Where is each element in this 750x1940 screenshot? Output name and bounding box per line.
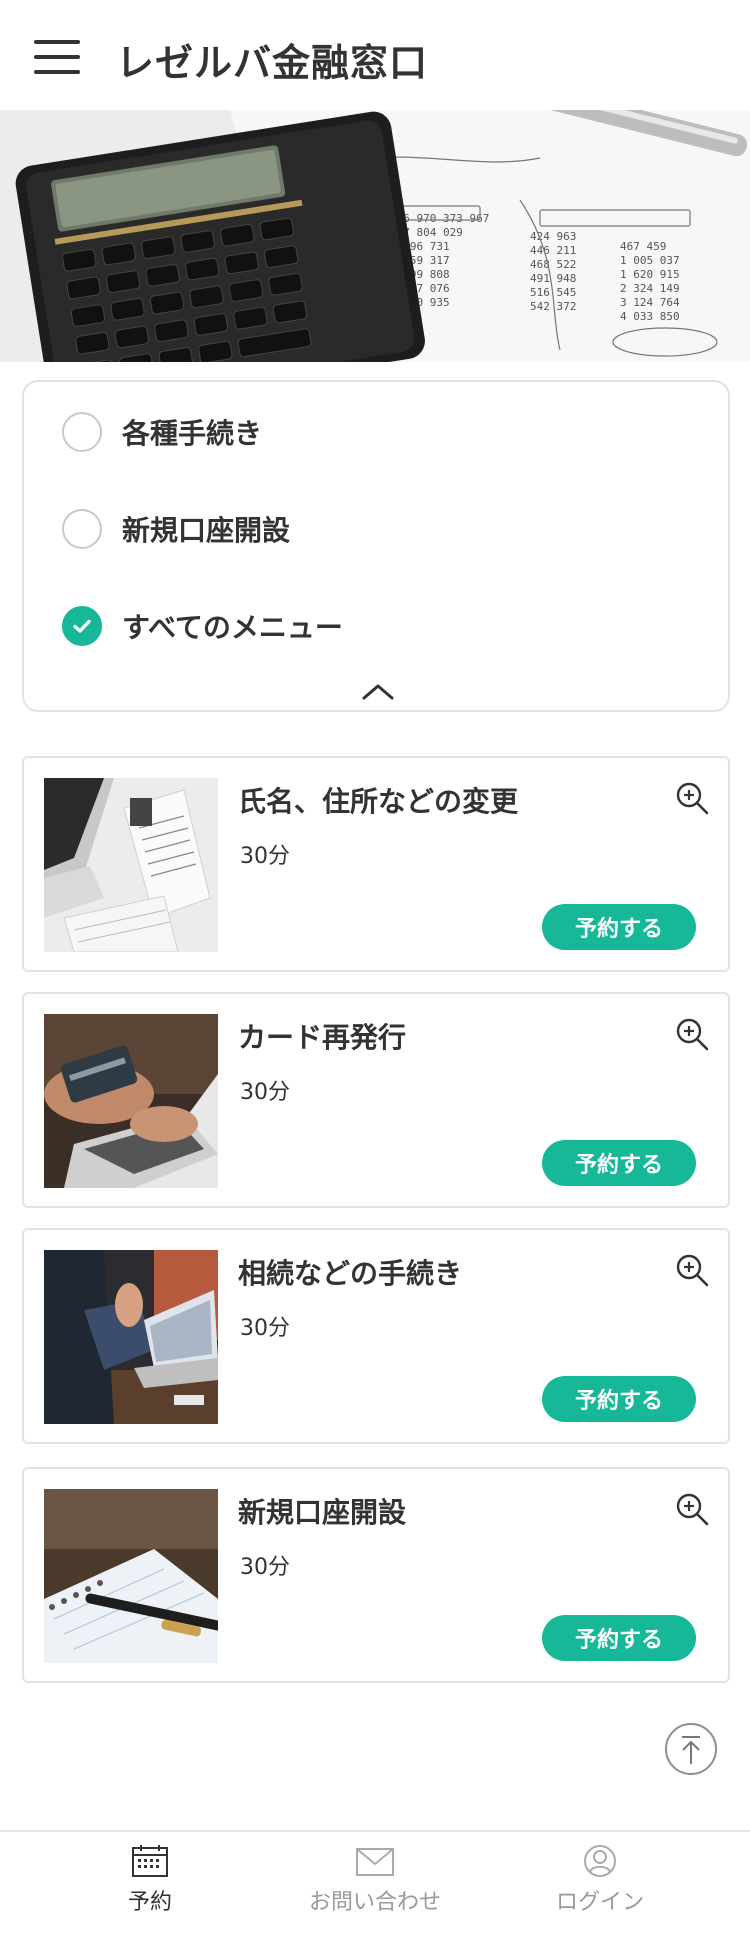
mail-icon (356, 1848, 394, 1876)
menu-thumbnail (44, 1489, 218, 1663)
menu-thumbnail (44, 1250, 218, 1424)
menu-title: 氏名、住所などの変更 (238, 785, 519, 818)
nav-label: 予約 (127, 1890, 172, 1915)
svg-text:2 324 149: 2 324 149 (620, 282, 680, 295)
menu-title: カード再発行 (238, 1021, 407, 1054)
nav-reserve[interactable]: 予約 (50, 1844, 250, 1934)
svg-text:446 211: 446 211 (530, 244, 576, 257)
menu-filter-panel: 各種手続き 新規口座開設 すべてのメニュー (22, 380, 730, 712)
filter-option-label: 新規口座開設 (122, 514, 291, 547)
filter-option-label: すべてのメニュー (122, 611, 343, 644)
filter-option-all-menus[interactable]: すべてのメニュー (62, 606, 343, 646)
chevron-up-icon[interactable] (358, 680, 398, 704)
nav-login[interactable]: ログイン (500, 1844, 700, 1934)
hero-image: 256 970 373 967 817 804 029 1 296 731 1 … (0, 110, 750, 362)
zoom-in-icon[interactable] (674, 1016, 710, 1052)
bottom-navigation: 予約 お問い合わせ ログイン (0, 1830, 750, 1940)
reserve-button[interactable]: 予約する (542, 1615, 696, 1661)
menu-card: 新規口座開設 30分 予約する (22, 1467, 730, 1683)
nav-label: ログイン (555, 1890, 644, 1915)
menu-thumbnail (44, 778, 218, 952)
menu-title: 相続などの手続き (238, 1257, 463, 1290)
filter-option-procedures[interactable]: 各種手続き (62, 412, 262, 452)
hamburger-menu-icon[interactable] (34, 40, 80, 74)
menu-card: 相続などの手続き 30分 予約する (22, 1228, 730, 1444)
nav-label: お問い合わせ (308, 1890, 441, 1915)
reserve-button[interactable]: 予約する (542, 1376, 696, 1422)
menu-card: カード再発行 30分 予約する (22, 992, 730, 1208)
zoom-in-icon[interactable] (674, 780, 710, 816)
user-icon (584, 1845, 616, 1877)
nav-contact[interactable]: お問い合わせ (275, 1844, 475, 1934)
menu-card: 氏名、住所などの変更 30分 予約する (22, 756, 730, 972)
svg-text:3 124 764: 3 124 764 (620, 296, 680, 309)
app-header: レゼルバ金融窓口 (0, 0, 750, 110)
menu-duration: 30分 (240, 1316, 290, 1341)
menu-duration: 30分 (240, 1555, 290, 1580)
svg-text:467 459: 467 459 (620, 240, 666, 253)
filter-option-new-account[interactable]: 新規口座開設 (62, 509, 290, 549)
svg-text:1 005 037: 1 005 037 (620, 254, 680, 267)
reserve-button[interactable]: 予約する (542, 1140, 696, 1186)
menu-thumbnail (44, 1014, 218, 1188)
svg-text:4 033 850: 4 033 850 (620, 310, 680, 323)
calendar-icon (132, 1845, 168, 1877)
zoom-in-icon[interactable] (674, 1491, 710, 1527)
app-title: レゼルバ金融窓口 (116, 41, 429, 85)
radio-unchecked-icon[interactable] (62, 412, 102, 452)
zoom-in-icon[interactable] (674, 1252, 710, 1288)
menu-duration: 30分 (240, 844, 290, 869)
reserve-button[interactable]: 予約する (542, 904, 696, 950)
svg-text:491 948: 491 948 (530, 272, 576, 285)
menu-duration: 30分 (240, 1080, 290, 1105)
back-to-top-icon[interactable] (664, 1722, 718, 1776)
svg-text:468 522: 468 522 (530, 258, 576, 271)
radio-checked-icon[interactable] (62, 606, 102, 646)
menu-title: 新規口座開設 (238, 1496, 407, 1529)
svg-text:1 620 915: 1 620 915 (620, 268, 680, 281)
radio-unchecked-icon[interactable] (62, 509, 102, 549)
filter-option-label: 各種手続き (122, 417, 263, 450)
